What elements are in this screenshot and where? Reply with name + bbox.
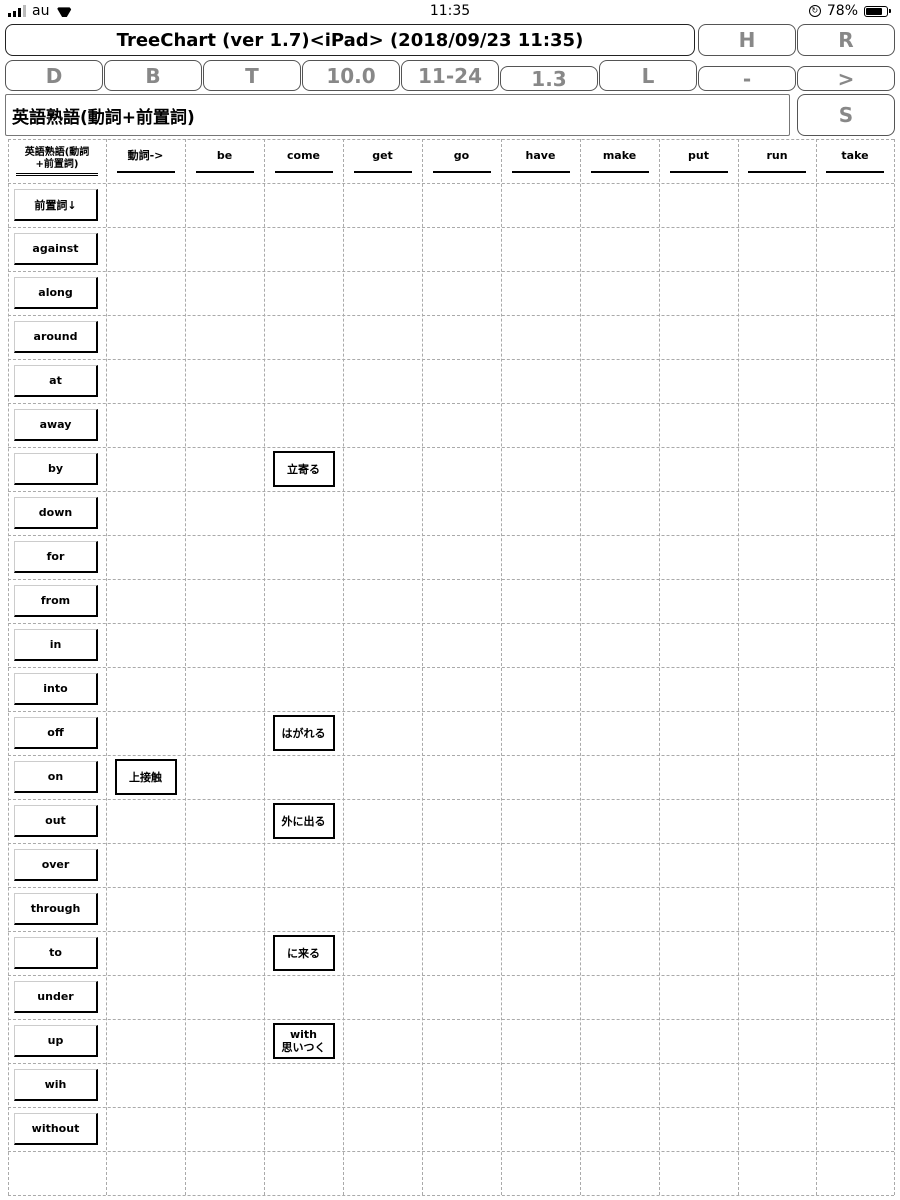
prep-row-into[interactable]: into bbox=[14, 673, 98, 705]
prep-row-around[interactable]: around bbox=[14, 321, 98, 353]
prep-row-in[interactable]: in bbox=[14, 629, 98, 661]
grid-hline bbox=[8, 1107, 894, 1108]
prep-row-away[interactable]: away bbox=[14, 409, 98, 441]
verb-header-take-label: take bbox=[826, 149, 884, 173]
grid-hline bbox=[8, 1151, 894, 1152]
verb-header-come[interactable]: come bbox=[264, 139, 343, 183]
scale-button[interactable]: 1.3 bbox=[500, 66, 598, 91]
t-button[interactable]: T bbox=[203, 60, 301, 91]
verb-header-be-label: be bbox=[195, 149, 254, 173]
h-button[interactable]: H bbox=[698, 24, 796, 56]
b-button[interactable]: B bbox=[104, 60, 202, 91]
verb-header-run[interactable]: run bbox=[738, 139, 816, 183]
prep-row-under[interactable]: under bbox=[14, 981, 98, 1013]
grid-hline bbox=[8, 1019, 894, 1020]
grid-hline bbox=[8, 843, 894, 844]
grid-hline bbox=[8, 535, 894, 536]
entry-box-up-come[interactable]: with 思いつく bbox=[272, 1023, 335, 1059]
prep-row-from[interactable]: from bbox=[14, 585, 98, 617]
verb-header-have[interactable]: have bbox=[501, 139, 580, 183]
grid-hline bbox=[8, 315, 894, 316]
verb-header-go-label: go bbox=[432, 149, 491, 173]
prep-row-for[interactable]: for bbox=[14, 541, 98, 573]
prep-row-up[interactable]: up bbox=[14, 1025, 98, 1057]
verb-header-get-label: get bbox=[353, 149, 412, 173]
battery-percent: 78% bbox=[826, 3, 858, 19]
range-button[interactable]: 11-24 bbox=[401, 60, 499, 91]
chart-heading[interactable]: 英語熟語(動詞+前置詞) bbox=[5, 94, 790, 136]
prep-row-on[interactable]: on bbox=[14, 761, 98, 793]
grid-hline bbox=[8, 227, 894, 228]
rotation-lock-icon: ↻ bbox=[808, 5, 821, 17]
next-button[interactable]: > bbox=[797, 66, 895, 91]
grid-hline bbox=[8, 667, 894, 668]
verb-header-come-label: come bbox=[274, 149, 333, 173]
grid-hline bbox=[8, 491, 894, 492]
verb-header-make[interactable]: make bbox=[580, 139, 659, 183]
grid-hline bbox=[8, 1195, 894, 1196]
grid-hline bbox=[8, 931, 894, 932]
prep-row-against[interactable]: against bbox=[14, 233, 98, 265]
entry-box-by-come[interactable]: 立寄る bbox=[272, 451, 335, 487]
prep-row-out[interactable]: out bbox=[14, 805, 98, 837]
prep-row-down[interactable]: down bbox=[14, 497, 98, 529]
prep-row-to[interactable]: to bbox=[14, 937, 98, 969]
grid-hline bbox=[8, 887, 894, 888]
grid-hline bbox=[8, 1063, 894, 1064]
grid-hline bbox=[8, 711, 894, 712]
verb-header-go[interactable]: go bbox=[422, 139, 501, 183]
zoom-button[interactable]: 10.0 bbox=[302, 60, 400, 91]
status-time: 11:35 bbox=[429, 3, 471, 19]
grid-hline bbox=[8, 447, 894, 448]
l-button[interactable]: L bbox=[599, 60, 697, 91]
grid-hline bbox=[8, 755, 894, 756]
entry-box-off-come[interactable]: はがれる bbox=[272, 715, 335, 751]
grid-hline bbox=[8, 975, 894, 976]
entry-box-out-come[interactable]: 外に出る bbox=[272, 803, 335, 839]
corner-header-line2: +前置詞) bbox=[35, 158, 79, 170]
grid-hline bbox=[8, 799, 894, 800]
prep-row-along[interactable]: along bbox=[14, 277, 98, 309]
grid-hline bbox=[8, 623, 894, 624]
battery-icon bbox=[864, 5, 891, 17]
r-button[interactable]: R bbox=[797, 24, 895, 56]
tree-grid: 英語熟語(動詞 +前置詞) 動詞-> be come get go have make put ru… bbox=[8, 139, 895, 1196]
entry-box-on-verb_header[interactable]: 上接触 bbox=[114, 759, 177, 795]
grid-hline bbox=[8, 359, 894, 360]
minus-button[interactable]: - bbox=[698, 66, 796, 91]
prep-row-by[interactable]: by bbox=[14, 453, 98, 485]
verb-header-get[interactable]: get bbox=[343, 139, 422, 183]
prep-row-off[interactable]: off bbox=[14, 717, 98, 749]
entry-box-to-come[interactable]: に来る bbox=[272, 935, 335, 971]
prep-row-over[interactable]: over bbox=[14, 849, 98, 881]
grid-hline bbox=[8, 271, 894, 272]
status-bar: au 11:35 ↻ 78% bbox=[0, 0, 900, 24]
prep-row-through[interactable]: through bbox=[14, 893, 98, 925]
s-button[interactable]: S bbox=[797, 94, 895, 136]
verb-header[interactable]: 動詞-> bbox=[106, 139, 185, 183]
verb-header-have-label: have bbox=[511, 149, 570, 173]
prep-row-wih[interactable]: wih bbox=[14, 1069, 98, 1101]
grid-hline bbox=[8, 579, 894, 580]
prep-row-without[interactable]: without bbox=[14, 1113, 98, 1145]
verb-header-take[interactable]: take bbox=[816, 139, 894, 183]
verb-header-label: 動詞-> bbox=[116, 149, 175, 173]
entry-line2: 思いつく bbox=[281, 1041, 326, 1054]
grid-hline bbox=[8, 403, 894, 404]
grid-hline bbox=[8, 183, 894, 184]
grid-vline bbox=[894, 139, 895, 1195]
prep-header[interactable]: 前置詞↓ bbox=[14, 189, 98, 221]
d-button[interactable]: D bbox=[5, 60, 103, 91]
verb-header-run-label: run bbox=[748, 149, 806, 173]
corner-header-line1: 英語熟語(動詞 bbox=[24, 146, 90, 158]
corner-header[interactable]: 英語熟語(動詞 +前置詞) bbox=[8, 139, 106, 183]
prep-row-at[interactable]: at bbox=[14, 365, 98, 397]
verb-header-put-label: put bbox=[669, 149, 728, 173]
verb-header-put[interactable]: put bbox=[659, 139, 738, 183]
title-button[interactable]: TreeChart (ver 1.7)<iPad> (2018/09/23 11… bbox=[5, 24, 695, 56]
entry-line1: with bbox=[289, 1028, 318, 1041]
verb-header-make-label: make bbox=[590, 149, 649, 173]
verb-header-be[interactable]: be bbox=[185, 139, 264, 183]
